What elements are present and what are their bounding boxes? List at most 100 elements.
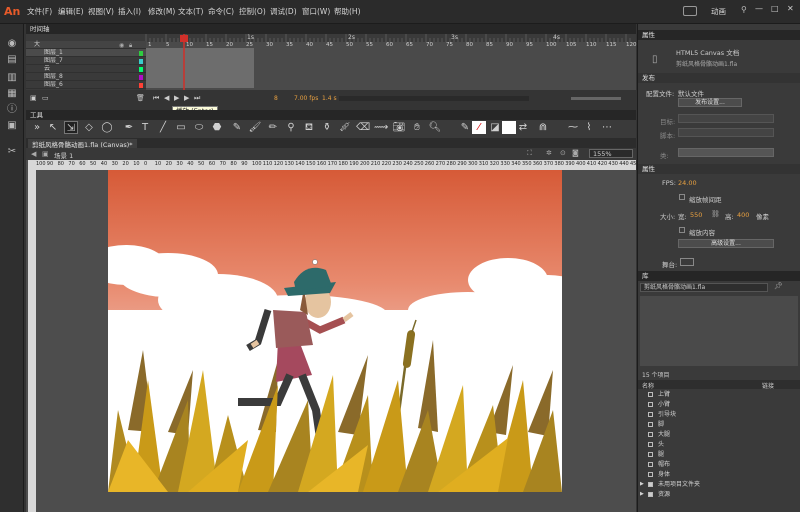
advanced-settings-button[interactable]: 高级设置...: [678, 239, 774, 248]
menu-edit[interactable]: 编辑(E): [58, 6, 84, 17]
play-icon[interactable]: ▶: [174, 94, 179, 102]
smooth-icon[interactable]: ⁓: [566, 121, 580, 134]
layer-color-swatch[interactable]: [139, 59, 143, 64]
camera-icon[interactable]: 📷︎: [392, 121, 406, 134]
oval-tool-icon[interactable]: ⬭: [192, 121, 206, 134]
step-back-icon[interactable]: ◀: [164, 94, 169, 102]
minimize-button[interactable]: —: [755, 4, 763, 13]
menu-debug[interactable]: 调试(D): [270, 6, 297, 17]
bone-tool-icon[interactable]: ⚲: [284, 121, 298, 134]
step-forward-icon[interactable]: ▶: [184, 94, 189, 102]
pencil-tool-icon[interactable]: ✎: [230, 121, 244, 134]
list-item[interactable]: ▶ 资源: [638, 490, 798, 499]
frame-rate[interactable]: 7.00 fps: [294, 95, 318, 102]
library-col-linkage[interactable]: 链接: [762, 381, 774, 390]
paint-bucket-icon[interactable]: ⛾: [302, 121, 316, 134]
list-item[interactable]: 帽布: [638, 460, 798, 469]
options-icon[interactable]: ⋯: [600, 121, 614, 134]
class-input[interactable]: [678, 148, 774, 157]
scene-name[interactable]: 场景 1: [54, 150, 73, 160]
stage-color-swatch[interactable]: [680, 258, 694, 266]
info-icon[interactable]: ⓘ: [5, 104, 19, 116]
paint-brush-icon[interactable]: ✏: [266, 121, 280, 134]
ink-bottle-icon[interactable]: ⚱: [320, 121, 334, 134]
layer-row[interactable]: 图层_6: [26, 81, 146, 89]
clip-icon[interactable]: ⛶: [527, 149, 532, 158]
back-arrow-icon[interactable]: ◀: [31, 150, 36, 158]
list-item[interactable]: 上臂: [638, 390, 798, 399]
frame-number-ruler[interactable]: 1 5 10 15 20 25 30 35 40 45 50 55 60 65 70 75 80 85 90 95 10…: [146, 42, 637, 50]
subselection-tool-icon[interactable]: ⇲: [64, 121, 78, 134]
straighten-icon[interactable]: ⌇: [582, 121, 596, 134]
list-item[interactable]: ▶ 未用项目文件夹: [638, 480, 798, 489]
eyedropper-icon[interactable]: 💉︎: [338, 121, 352, 134]
workspace-switcher[interactable]: 动画: [711, 6, 726, 17]
eye-icon[interactable]: ◉: [5, 38, 19, 50]
layer-row[interactable]: 图层_7: [26, 57, 146, 65]
list-item[interactable]: 头: [638, 440, 798, 449]
pin-icon[interactable]: 📌︎: [774, 282, 783, 290]
menu-help[interactable]: 帮助(H): [334, 6, 361, 17]
library-file-select[interactable]: 剪纸风格骨骼动画1.fla: [640, 283, 768, 292]
list-item[interactable]: 腿: [638, 450, 798, 459]
library-col-name[interactable]: 名称: [642, 381, 654, 390]
list-item[interactable]: 小臂: [638, 400, 798, 409]
layer-row[interactable]: 大: [26, 41, 146, 49]
transform-icon[interactable]: ▣: [5, 120, 19, 132]
layer-color-swatch[interactable]: [139, 75, 143, 80]
close-button[interactable]: ✕: [787, 4, 794, 13]
pen-tool-icon[interactable]: ✒: [122, 121, 136, 134]
camera-icon[interactable]: ◙: [572, 149, 579, 157]
text-tool-icon[interactable]: T: [138, 121, 152, 134]
fill-color-icon[interactable]: ◪: [488, 121, 502, 134]
edit-symbols-icon[interactable]: ✲: [546, 149, 552, 157]
timeline-scrollbar[interactable]: [339, 96, 529, 101]
menu-file[interactable]: 文件(F): [27, 6, 52, 17]
new-folder-icon[interactable]: ▭: [42, 94, 49, 102]
scale-content-checkbox[interactable]: [679, 227, 685, 233]
zoom-slider[interactable]: [571, 97, 621, 100]
rectangle-tool-icon[interactable]: ▭: [174, 121, 188, 134]
layers-icon[interactable]: ▤: [5, 54, 19, 66]
line-tool-icon[interactable]: ╱: [156, 121, 170, 134]
expand-arrow-icon[interactable]: ▶: [640, 490, 644, 499]
width-value[interactable]: 550: [690, 211, 702, 219]
library-tab[interactable]: 库: [638, 271, 800, 281]
publish-settings-button[interactable]: 发布设置...: [678, 98, 742, 107]
delete-layer-icon[interactable]: 🗑︎: [136, 94, 145, 102]
properties-tab[interactable]: 属性: [638, 30, 800, 40]
list-item[interactable]: 引导块: [638, 410, 798, 419]
maximize-button[interactable]: □: [771, 4, 779, 13]
align-icon[interactable]: ▥: [5, 72, 19, 84]
layer-row[interactable]: 图层_1: [26, 49, 146, 57]
hand-tool-icon[interactable]: ✋︎: [410, 121, 424, 134]
stage-canvas[interactable]: [108, 170, 562, 492]
layer-color-swatch[interactable]: [139, 67, 143, 72]
layer-row[interactable]: 图层_8: [26, 73, 146, 81]
eye-icon[interactable]: ◉: [119, 42, 124, 49]
fill-swatch[interactable]: [502, 121, 516, 134]
snap-icon[interactable]: ⋒: [536, 121, 550, 134]
zoom-tool-icon[interactable]: 🔍︎: [428, 121, 442, 134]
search-icon[interactable]: ⚲: [741, 5, 747, 14]
props-section[interactable]: 属性: [638, 164, 800, 174]
first-frame-icon[interactable]: ⏮: [153, 94, 159, 103]
zoom-select[interactable]: 155%: [589, 149, 633, 158]
menu-modify[interactable]: 修改(M): [148, 6, 175, 17]
publish-section[interactable]: 发布: [638, 73, 800, 83]
elapsed-time[interactable]: 1.4 s: [322, 95, 337, 102]
eraser-icon[interactable]: ⌫: [356, 121, 370, 134]
lock-icon[interactable]: 🔒︎: [129, 42, 132, 50]
layer-color-swatch[interactable]: [139, 51, 143, 56]
center-stage-icon[interactable]: ⊙: [560, 149, 566, 157]
current-frame[interactable]: 8: [274, 95, 278, 102]
list-item[interactable]: 脚: [638, 420, 798, 429]
brush-tool-icon[interactable]: 🖌︎: [248, 121, 262, 134]
polystar-tool-icon[interactable]: ⬣: [210, 121, 224, 134]
fps-value[interactable]: 24.00: [678, 179, 697, 187]
list-item[interactable]: 大腿: [638, 430, 798, 439]
no-color-icon[interactable]: ⁄: [472, 121, 486, 134]
new-layer-icon[interactable]: ▣: [30, 94, 37, 102]
scale-frames-checkbox[interactable]: [679, 194, 685, 200]
sync-icon[interactable]: [683, 6, 697, 16]
